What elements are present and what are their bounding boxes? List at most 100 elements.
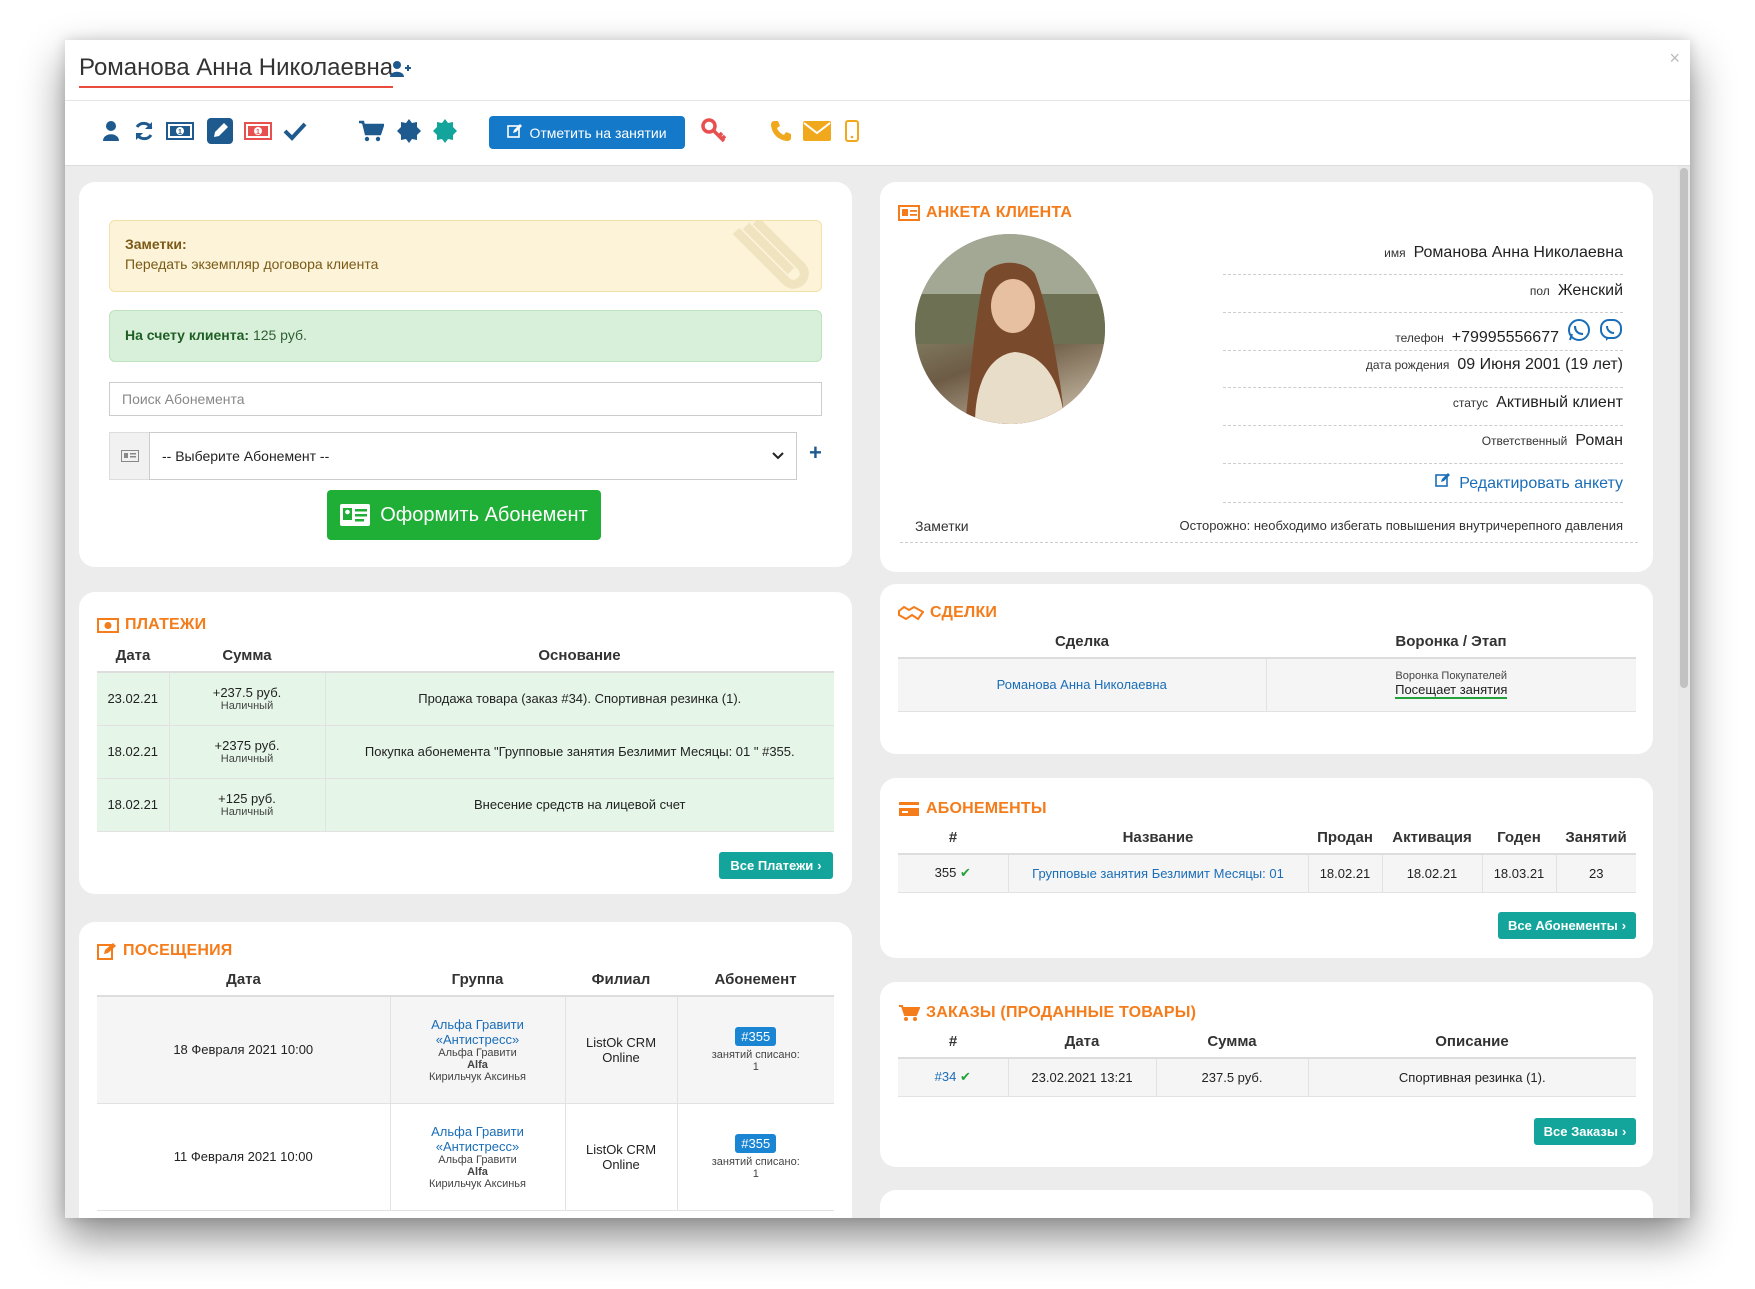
field-label: Ответственный xyxy=(1481,434,1568,448)
subscription-badge[interactable]: #355 xyxy=(735,1133,777,1153)
visits-table: Дата Группа Филиал Абонемент 18 Февраля … xyxy=(97,964,834,1211)
all-payments-button[interactable]: Все Платежи › xyxy=(719,852,833,879)
subscription-select[interactable]: -- Выберите Абонемент -- xyxy=(149,432,797,480)
group-link[interactable]: «Антистресс» xyxy=(397,1032,559,1047)
payment-sum-cell: +2375 руб. Наличный xyxy=(169,725,326,779)
table-row: 23.02.21 +237.5 руб. Наличный Продажа тов… xyxy=(97,672,834,726)
profile-field-birthdate: дата рождения 09 Июня 2001 (19 лет) xyxy=(1366,356,1623,374)
deal-link[interactable]: Романова Анна Николаевна xyxy=(898,658,1267,712)
subscription-activated: 18.02.21 xyxy=(1382,854,1483,893)
column-header: Дата xyxy=(97,640,169,673)
subscriptions-title: АБОНЕМЕНТЫ xyxy=(926,800,1047,817)
search-input[interactable]: Поиск Абонемента xyxy=(109,382,822,416)
field-value: 09 Июня 2001 (19 лет) xyxy=(1457,356,1623,373)
badge-icon[interactable] xyxy=(395,116,423,146)
checkmark-icon[interactable] xyxy=(281,116,309,146)
balance-box: На счету клиента: 125 руб. xyxy=(109,310,822,362)
payments-section-title: ПЛАТЕЖИ xyxy=(97,616,206,634)
id-card-icon xyxy=(340,504,371,526)
divider xyxy=(1223,502,1623,503)
written-off-count: 1 xyxy=(752,1060,759,1073)
column-header: Группа xyxy=(390,964,565,997)
edit-square-icon xyxy=(507,123,523,142)
table-row: 18 Февраля 2021 10:00 Альфа Гравити «Ант… xyxy=(97,996,834,1104)
money-icon[interactable]: 1 xyxy=(165,116,195,146)
column-header: Годен xyxy=(1482,822,1556,855)
cart-icon[interactable] xyxy=(357,116,385,146)
balance-value: 125 руб. xyxy=(252,327,307,343)
refresh-icon[interactable] xyxy=(131,116,157,146)
profile-field-gender: пол Женский xyxy=(1530,282,1623,300)
refund-money-icon[interactable]: 1 xyxy=(243,116,273,146)
edit-profile-label: Редактировать анкету xyxy=(1459,475,1623,492)
mail-icon[interactable] xyxy=(801,116,833,146)
payment-sum: +237.5 руб. xyxy=(212,685,282,701)
payment-sum: +125 руб. xyxy=(218,791,276,806)
create-subscription-label: Оформить Абонемент xyxy=(380,503,588,526)
add-subscription-icon[interactable]: + xyxy=(809,440,822,466)
key-icon[interactable] xyxy=(699,116,729,146)
profile-field-responsible: Ответственный Роман xyxy=(1482,432,1623,450)
subscription-badge[interactable]: #355 xyxy=(735,1026,777,1046)
close-icon[interactable]: × xyxy=(1669,48,1680,69)
all-payments-label: Все Платежи xyxy=(730,858,814,873)
column-header: Дата xyxy=(1008,1026,1156,1059)
badge-teal-icon[interactable] xyxy=(431,116,459,146)
user-icon[interactable] xyxy=(99,116,123,146)
all-orders-button[interactable]: Все Заказы › xyxy=(1534,1118,1636,1145)
all-subscriptions-button[interactable]: Все Абонементы › xyxy=(1498,912,1636,939)
order-sum: 237.5 руб. xyxy=(1156,1058,1309,1097)
column-header: Описание xyxy=(1308,1026,1636,1059)
field-value: Активный клиент xyxy=(1496,394,1623,411)
add-user-icon[interactable] xyxy=(390,60,412,83)
check-icon: ✔ xyxy=(959,1069,971,1085)
all-orders-label: Все Заказы xyxy=(1543,1124,1618,1139)
visit-sub-cell: #355 занятий списано: 1 xyxy=(677,1103,834,1211)
order-number-cell: #34 ✔ xyxy=(898,1058,1009,1097)
edit-icon[interactable] xyxy=(205,116,235,146)
group-link[interactable]: «Антистресс» xyxy=(397,1139,559,1154)
field-value[interactable]: +79995556677 xyxy=(1452,329,1559,347)
column-header: Сделка xyxy=(898,626,1266,659)
subscription-name-link[interactable]: Групповые занятия Безлимит Месяцы: 01 xyxy=(1008,854,1309,893)
viber-icon[interactable] xyxy=(1599,318,1623,347)
edit-profile-link[interactable]: Редактировать анкету xyxy=(1435,472,1623,493)
payment-date: 18.02.21 xyxy=(97,778,170,832)
orders-table: # Дата Сумма Описание #34 ✔ 23.02.2021 1… xyxy=(898,1026,1636,1097)
client-name-title: Романова Анна Николаевна xyxy=(79,54,394,88)
paperclip-icon xyxy=(732,221,809,289)
all-subscriptions-label: Все Абонементы xyxy=(1507,918,1618,933)
payment-method: Наличный xyxy=(220,700,274,713)
field-label: дата рождения xyxy=(1365,358,1450,372)
field-value: Роман xyxy=(1575,432,1623,449)
deal-funnel-cell: Воронка Покупателей Посещает занятия xyxy=(1266,658,1636,712)
subscription-select-value: -- Выберите Абонемент -- xyxy=(162,448,330,464)
field-label: статус xyxy=(1452,396,1489,410)
chevron-right-icon: › xyxy=(1621,1124,1627,1139)
client-modal: Романова Анна Николаевна × 1 1 Отметить … xyxy=(65,40,1690,1218)
column-header: # xyxy=(898,1026,1008,1059)
scrollbar[interactable] xyxy=(1678,166,1690,1218)
payment-method: Наличный xyxy=(220,806,274,818)
balance-label: На счету клиента: xyxy=(125,327,250,343)
scrollbar-thumb[interactable] xyxy=(1680,168,1688,688)
branch-name: ListOk CRM xyxy=(585,1141,657,1157)
phone-icon[interactable] xyxy=(767,116,795,146)
svg-text:1: 1 xyxy=(178,129,182,136)
profile-card: АНКЕТА КЛИЕНТА имя Романова Анна Николае… xyxy=(880,182,1653,572)
mark-attendance-button[interactable]: Отметить на занятии xyxy=(489,116,685,149)
column-header: Сумма xyxy=(1156,1026,1308,1059)
visit-sub-cell: #355 занятий списано: 1 xyxy=(677,996,834,1104)
profile-field-name: имя Романова Анна Николаевна xyxy=(1384,244,1623,262)
group-link[interactable]: Альфа Гравити xyxy=(397,1017,559,1032)
subscriptions-card: АБОНЕМЕНТЫ # Название Продан Активация Г… xyxy=(880,778,1653,958)
mobile-icon[interactable] xyxy=(841,116,863,146)
divider xyxy=(900,542,1638,543)
group-link[interactable]: Альфа Гравити xyxy=(397,1124,559,1139)
whatsapp-icon[interactable] xyxy=(1567,318,1591,347)
group-name: Альфа Гравити xyxy=(438,1046,517,1059)
order-link[interactable]: #34 xyxy=(935,1069,957,1084)
divider xyxy=(1223,350,1623,351)
create-subscription-button[interactable]: Оформить Абонемент xyxy=(327,490,601,540)
branch-name: Online xyxy=(602,1049,640,1065)
